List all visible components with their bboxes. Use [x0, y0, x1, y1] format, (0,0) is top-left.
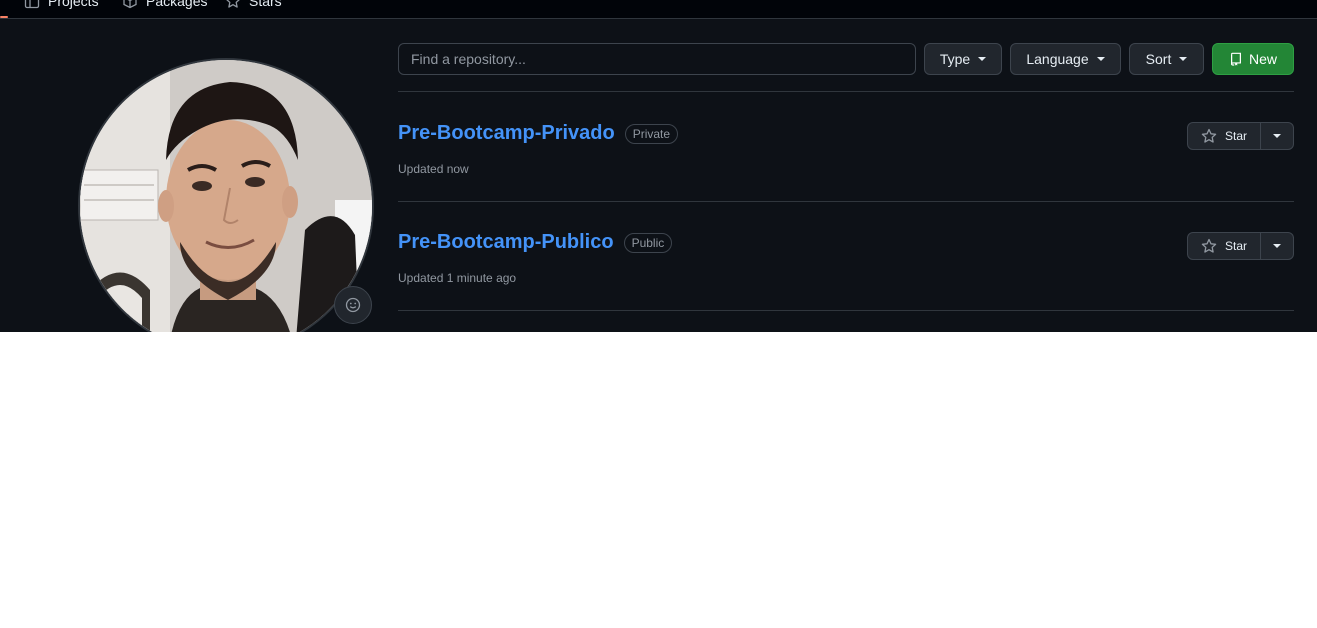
avatar[interactable] — [78, 58, 374, 332]
visibility-badge: Public — [623, 232, 673, 253]
repository-title: Pre-Bootcamp-Publico Public — [398, 231, 673, 254]
new-repository-button[interactable]: New — [1212, 43, 1294, 75]
tab-stars[interactable]: Stars — [225, 0, 282, 11]
repository-updated-text: Updated 1 minute ago — [398, 271, 517, 285]
repository-list-item: Pre-Bootcamp-Publico Public Updated 1 mi… — [398, 231, 1294, 332]
repository-updated-text: Updated now — [398, 162, 469, 176]
tab-projects-label: Projects — [48, 0, 99, 9]
profile-tab-nav: Projects Packages Stars — [0, 0, 1317, 19]
star-lists-dropdown[interactable] — [1261, 232, 1294, 260]
repository-title: Pre-Bootcamp-Privado Private — [398, 122, 679, 145]
table-icon — [24, 0, 40, 9]
type-filter-label: Type — [939, 51, 971, 67]
star-button[interactable]: Star — [1187, 122, 1261, 150]
repo-icon — [1230, 52, 1241, 66]
star-button-group: Star — [1187, 232, 1294, 260]
repository-search-input[interactable] — [398, 43, 916, 75]
caret-down-icon — [1273, 134, 1281, 138]
tab-stars-label: Stars — [249, 0, 282, 9]
package-icon — [123, 0, 137, 9]
language-filter-label: Language — [1026, 51, 1089, 67]
language-filter-button[interactable]: Language — [1010, 43, 1121, 75]
new-repository-label: New — [1248, 51, 1277, 67]
type-filter-button[interactable]: Type — [924, 43, 1002, 75]
active-tab-indicator — [0, 16, 8, 18]
set-status-button[interactable] — [334, 286, 372, 324]
caret-down-icon — [978, 57, 987, 61]
github-repositories-page: Projects Packages Stars Find a repositor… — [0, 0, 1317, 332]
star-button-label: Star — [1224, 129, 1247, 143]
tab-packages[interactable]: Packages — [122, 0, 207, 11]
caret-down-icon — [1179, 57, 1188, 61]
star-button-group: Star — [1187, 122, 1294, 150]
star-button-label: Star — [1224, 239, 1247, 253]
avatar-photo — [80, 60, 372, 332]
repository-filter-bar: Type Language Sort New — [398, 43, 1294, 75]
repository-name-link[interactable]: Pre-Bootcamp-Privado — [398, 122, 615, 145]
caret-down-icon — [1096, 57, 1105, 61]
tab-packages-label: Packages — [146, 0, 208, 9]
repository-list-item: Pre-Bootcamp-Privado Private Updated now… — [398, 122, 1294, 231]
star-icon — [226, 0, 240, 8]
visibility-badge: Private — [624, 123, 679, 144]
star-lists-dropdown[interactable] — [1261, 122, 1294, 150]
list-divider — [398, 91, 1294, 92]
sort-button[interactable]: Sort — [1129, 43, 1204, 75]
tab-projects[interactable]: Projects — [24, 0, 99, 11]
star-button[interactable]: Star — [1187, 232, 1261, 260]
caret-down-icon — [1273, 244, 1281, 248]
profile-avatar-container — [78, 58, 374, 332]
list-divider — [398, 201, 1294, 202]
star-icon — [1201, 128, 1217, 143]
star-icon — [1201, 238, 1217, 253]
sort-label: Sort — [1145, 51, 1172, 67]
repository-name-link[interactable]: Pre-Bootcamp-Publico — [398, 231, 614, 254]
smiley-icon — [345, 297, 361, 313]
list-divider — [398, 310, 1294, 311]
